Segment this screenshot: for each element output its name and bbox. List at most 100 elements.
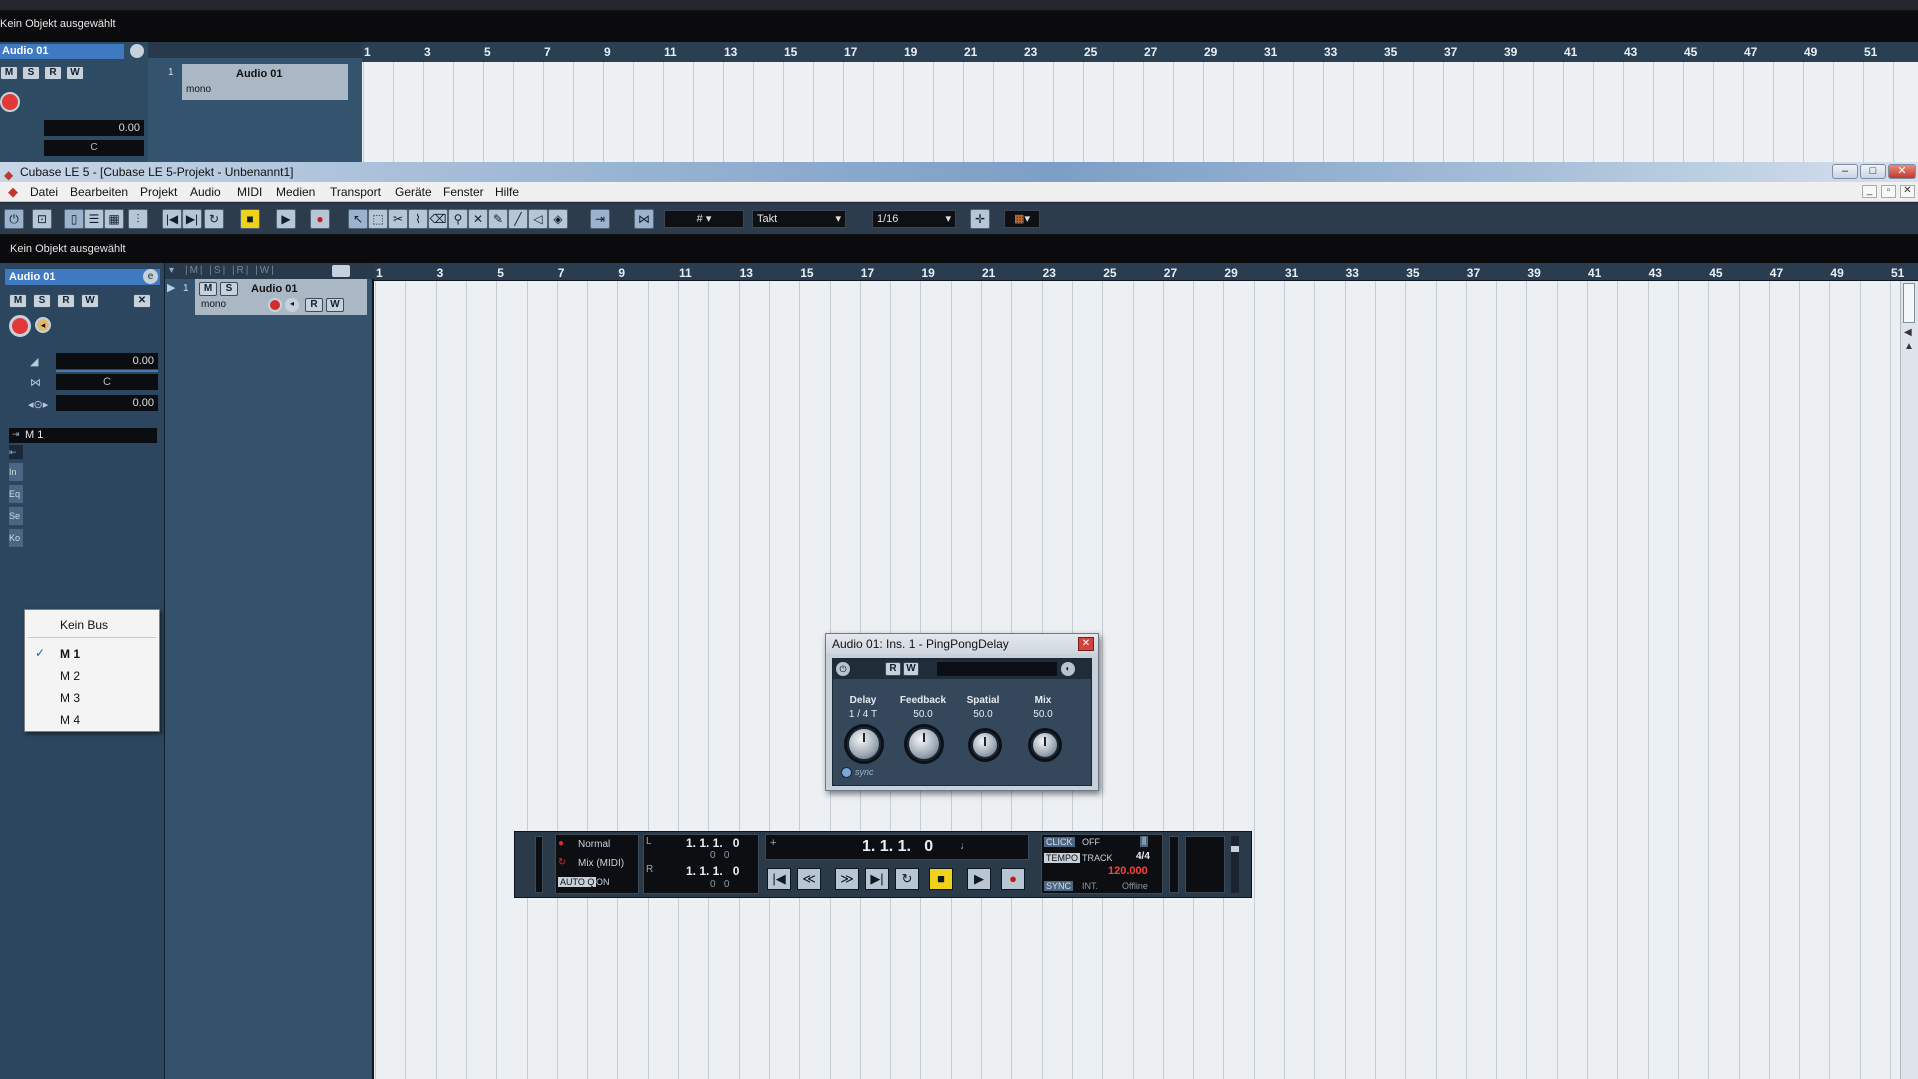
sync-toggle[interactable] [841, 767, 852, 778]
bus-option-m2[interactable]: M 2 [60, 669, 80, 683]
maximize-button[interactable]: □ [1860, 164, 1886, 179]
mixer-button[interactable]: ⫶ [128, 209, 148, 229]
draw-tool[interactable]: ✎ [488, 209, 508, 229]
master-fader-handle[interactable] [1231, 846, 1239, 852]
volume-fader[interactable] [56, 370, 158, 372]
feedback-knob[interactable] [907, 727, 941, 761]
glue-tool[interactable]: ⌇ [408, 209, 428, 229]
track-read-button[interactable]: R [305, 298, 323, 312]
bus-option-m1[interactable]: M 1 [60, 647, 80, 661]
plugin-read-button[interactable]: R [885, 662, 901, 676]
mute-tool[interactable]: ✕ [468, 209, 488, 229]
transport-stop-button[interactable]: ■ [929, 868, 953, 890]
record-mode-select[interactable]: Normal [578, 839, 610, 850]
grid-type-select[interactable]: Takt ▾ [752, 210, 846, 228]
output-routing-field[interactable]: M 1 [9, 428, 157, 443]
ruler[interactable]: 1 3 5 7 9 11 13 15 17 19 21 23 25 27 29 31 33 35 37 39 41 43 4… [374, 263, 1918, 281]
app-menu-icon[interactable]: ◆ [8, 184, 18, 200]
play-tool[interactable]: ◁ [528, 209, 548, 229]
track-monitor-button[interactable]: ◂ [285, 298, 299, 312]
inspector-bypass-button[interactable]: ✕ [133, 294, 151, 308]
show-infoline-button[interactable]: ☰ [84, 209, 104, 229]
left-locator-icon[interactable]: L [646, 836, 652, 847]
erase-tool[interactable]: ⌫ [428, 209, 448, 229]
inspector-write-button[interactable]: W [81, 294, 99, 308]
title-bar[interactable]: ◆ Cubase LE 5 - [Cubase LE 5-Projekt - U… [0, 162, 1918, 182]
arrange-window[interactable]: 1 3 5 7 9 11 13 15 17 19 21 23 25 27 29 31 33 35 37 39 41 43 4… [374, 263, 1918, 1079]
plugin-title-bar[interactable]: Audio 01: Ins. 1 - PingPongDelay [826, 634, 1098, 654]
time-signature[interactable]: 4/4 [1136, 851, 1150, 862]
menu-datei[interactable]: Datei [30, 182, 58, 202]
transport-record-button[interactable]: ● [1001, 868, 1025, 890]
inspector-tab-channel[interactable]: Ko [9, 529, 23, 547]
inspector-tab-equalizer[interactable]: Eq [9, 485, 23, 503]
transport-to-end-button[interactable]: ▶| [865, 868, 889, 890]
menu-fenster[interactable]: Fenster [443, 182, 484, 202]
cycle-record-mode-select[interactable]: Mix (MIDI) [578, 858, 624, 869]
range-selection-tool[interactable]: ⬚ [368, 209, 388, 229]
spatial-knob[interactable] [971, 731, 999, 759]
record-button[interactable]: ● [310, 209, 330, 229]
inspector-tab-sends[interactable]: Se [9, 507, 23, 525]
volume-field[interactable]: 0.00 [56, 353, 158, 369]
go-to-start-button[interactable]: |◀ [162, 209, 182, 229]
inspector-tab-inserts[interactable]: In [9, 463, 23, 481]
plugin-power-button[interactable]: ⏻ [836, 662, 850, 676]
right-locator-icon[interactable]: R [646, 864, 653, 875]
auto-quantize-button[interactable]: AUTO Q [558, 877, 597, 887]
object-selection-tool[interactable]: ↖ [348, 209, 368, 229]
track-header-controls[interactable]: |M| |S| |R| |W| [185, 265, 276, 276]
show-inspector-button[interactable]: ▯ [64, 209, 84, 229]
zoom-tool[interactable]: ⚲ [448, 209, 468, 229]
preset-field[interactable] [937, 662, 1057, 676]
snap-button[interactable]: ⋈ [634, 209, 654, 229]
tempo-button[interactable]: TEMPO [1044, 853, 1081, 863]
cycle-button[interactable]: ↻ [204, 209, 224, 229]
inspector-mute-button[interactable]: M [9, 294, 27, 308]
snap-zero-crossing-button[interactable]: ✛ [970, 209, 990, 229]
preset-menu-button[interactable]: ◐ [1061, 662, 1075, 676]
menu-projekt[interactable]: Projekt [140, 182, 177, 202]
go-to-end-button[interactable]: ▶| [182, 209, 202, 229]
track-solo-button[interactable]: S [220, 282, 238, 296]
stop-button[interactable]: ■ [240, 209, 260, 229]
track-row[interactable]: M S Audio 01 mono ◂ R W [195, 279, 367, 315]
show-overview-button[interactable]: ▦ [104, 209, 124, 229]
track-write-button[interactable]: W [326, 298, 344, 312]
quantize-select[interactable]: 1/16 ▾ [872, 210, 956, 228]
color-select[interactable]: ▦▾ [1004, 210, 1040, 228]
doc-minimize-button[interactable]: _ [1862, 185, 1877, 198]
snap-type-select[interactable]: # ▾ [664, 210, 744, 228]
mix-knob[interactable] [1031, 731, 1059, 759]
master-fader[interactable] [1231, 836, 1239, 893]
doc-restore-button[interactable]: ▫ [1881, 185, 1896, 198]
menu-geraete[interactable]: Geräte [395, 182, 432, 202]
position-display[interactable]: + 1. 1. 1. 0 ♩ [765, 834, 1029, 860]
menu-bearbeiten[interactable]: Bearbeiten [70, 182, 128, 202]
delay-field[interactable]: 0.00 [56, 395, 158, 411]
plugin-close-button[interactable]: ✕ [1078, 637, 1094, 651]
plugin-write-button[interactable]: W [903, 662, 919, 676]
record-enable-button[interactable] [9, 315, 31, 337]
monitor-button[interactable]: ◂ [35, 317, 51, 333]
doc-close-button[interactable]: ✕ [1900, 185, 1915, 198]
line-tool[interactable]: ╱ [508, 209, 528, 229]
inspector-track-name[interactable]: Audio 01▸ [5, 269, 160, 285]
transport-play-button[interactable]: ▶ [967, 868, 991, 890]
click-button[interactable]: CLICK [1044, 837, 1075, 847]
sync-button[interactable]: SYNC [1044, 881, 1074, 891]
pan-field[interactable]: C [56, 374, 158, 390]
constrain-delay-button[interactable]: ⊡ [32, 209, 52, 229]
bus-option-m4[interactable]: M 4 [60, 713, 80, 727]
menu-midi[interactable]: MIDI [237, 182, 262, 202]
inspector-solo-button[interactable]: S [33, 294, 51, 308]
transport-cycle-button[interactable]: ↻ [895, 868, 919, 890]
bus-option-none[interactable]: Kein Bus [60, 618, 108, 632]
inspector-read-button[interactable]: R [57, 294, 75, 308]
click-settings-icon[interactable]: ⫼ [1140, 836, 1149, 847]
transport-rewind-button[interactable]: ≪ [797, 868, 821, 890]
transport-to-start-button[interactable]: |◀ [767, 868, 791, 890]
close-window-button[interactable]: ✕ [1888, 164, 1916, 179]
track-mute-button[interactable]: M [199, 282, 217, 296]
vertical-scrollbar[interactable]: ◀ ▲ [1900, 281, 1918, 1079]
